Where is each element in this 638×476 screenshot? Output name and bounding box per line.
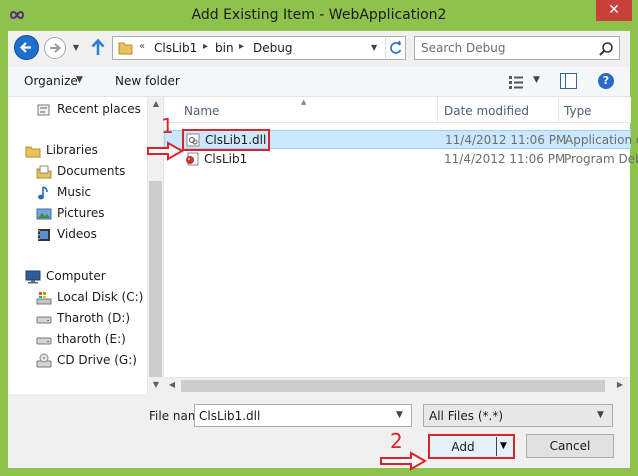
file-date: 11/4/2012 11:06 PM [445, 133, 567, 147]
views-dropdown-icon[interactable]: ▼ [533, 75, 540, 85]
music-icon [38, 186, 48, 200]
file-name-dropdown-icon[interactable]: ▼ [396, 410, 403, 420]
scroll-left-icon[interactable]: ◀ [165, 380, 179, 389]
file-type-filter[interactable]: All Files (*.*) ▼ [423, 404, 613, 427]
forward-arrow-icon [50, 43, 62, 53]
search-icon[interactable] [598, 41, 614, 57]
column-header-type[interactable]: Type [564, 104, 592, 118]
documents-icon [36, 165, 52, 179]
close-button[interactable]: ✕ [596, 0, 632, 21]
path-overflow-icon[interactable]: « [139, 41, 145, 52]
file-type: Application e [565, 133, 638, 147]
libraries-icon [25, 146, 41, 158]
computer-icon [25, 270, 41, 284]
drive-icon [36, 337, 52, 345]
nav-item-label: Computer [46, 269, 106, 283]
column-divider[interactable] [437, 97, 438, 123]
scroll-right-icon[interactable]: ▶ [613, 380, 627, 389]
command-bar: Organize ▼ New folder ▼ ? [8, 67, 630, 97]
file-date: 11/4/2012 11:06 PM [444, 152, 566, 166]
nav-item-label: Pictures [57, 206, 105, 220]
preview-pane-icon[interactable] [560, 73, 577, 89]
cd-drive-icon [36, 353, 52, 368]
forward-button[interactable] [44, 37, 66, 59]
add-options-split-button[interactable]: ▼ [496, 437, 512, 456]
up-button[interactable] [89, 37, 107, 57]
breadcrumb-bin[interactable]: bin [215, 41, 234, 55]
column-header-date-modified[interactable]: Date modified [444, 104, 529, 118]
pictures-icon [36, 208, 52, 220]
filter-dropdown-icon[interactable]: ▼ [597, 410, 604, 420]
nav-item-label: Music [57, 185, 92, 199]
add-button[interactable]: Add ▼ [428, 434, 515, 459]
add-button-label: Add [451, 440, 475, 454]
recent-locations-dropdown[interactable]: ▼ [70, 43, 82, 53]
nav-item-label: CD Drive (G:) [57, 353, 137, 367]
change-view-icon[interactable] [508, 75, 524, 89]
nav-item-label: Libraries [46, 143, 98, 157]
file-row-clslib1[interactable]: ClsLib1 11/4/2012 11:06 PM Program Deb [164, 150, 638, 169]
annotation-step-2: 2 [390, 429, 403, 453]
file-list-horizontal-scrollbar[interactable]: ◀ ▶ [163, 377, 630, 394]
scroll-up-icon[interactable]: ▲ [148, 99, 164, 108]
column-headers: ▲ Name Date modified Type [164, 97, 631, 123]
pdb-file-icon [186, 152, 199, 166]
cancel-button[interactable]: Cancel [526, 434, 614, 458]
folder-icon [118, 42, 133, 55]
back-button[interactable] [14, 35, 39, 60]
organize-dropdown-icon[interactable]: ▼ [76, 75, 83, 85]
new-folder-button[interactable]: New folder [115, 74, 180, 88]
breadcrumb-debug[interactable]: Debug [253, 41, 292, 55]
annotation-arrow-1-icon [147, 141, 184, 161]
breadcrumb-clslib1[interactable]: ClsLib1 [154, 41, 197, 55]
add-options-dropdown-icon[interactable]: ▼ [500, 441, 507, 451]
column-header-name[interactable]: Name [184, 104, 219, 118]
file-type: Program Deb [564, 152, 638, 166]
refresh-icon [390, 40, 402, 54]
local-disk-icon [36, 292, 52, 305]
highlight-selected-file [182, 129, 270, 151]
nav-item-label: Recent places [57, 102, 141, 116]
title-bar: Add Existing Item - WebApplication2 ✕ [0, 0, 638, 32]
file-type-filter-value: All Files (*.*) [429, 409, 504, 423]
recent-places-icon [37, 104, 50, 116]
scroll-down-icon[interactable]: ▼ [148, 380, 164, 389]
navigation-pane[interactable]: Recent places Libraries Documents Music … [8, 97, 163, 394]
address-dropdown-icon[interactable]: ▼ [371, 43, 377, 52]
window-title: Add Existing Item - WebApplication2 [191, 7, 447, 23]
column-divider[interactable] [558, 97, 559, 123]
annotation-arrow-2-icon [380, 451, 427, 471]
drive-icon [36, 316, 52, 324]
breadcrumb-separator-icon[interactable]: ▸ [239, 41, 244, 52]
search-input[interactable] [421, 40, 591, 56]
nav-pane-scroll-thumb[interactable] [149, 181, 162, 377]
up-arrow-icon [91, 38, 105, 55]
file-name-input[interactable] [199, 408, 389, 424]
sort-ascending-icon: ▲ [301, 98, 307, 106]
nav-item-label: Local Disk (C:) [57, 290, 144, 304]
nav-item-label: Documents [57, 164, 126, 178]
breadcrumb-separator-icon[interactable]: ▸ [203, 41, 208, 52]
organize-button[interactable]: Organize [24, 74, 78, 88]
videos-icon [38, 229, 50, 241]
address-bar[interactable]: « ClsLib1 ▸ bin ▸ Debug ▼ [112, 36, 406, 60]
search-box[interactable] [414, 36, 620, 60]
back-arrow-icon [19, 42, 31, 53]
file-name: ClsLib1 [204, 152, 248, 166]
nav-item-label: Tharoth (D:) [57, 311, 131, 325]
annotation-step-1: 1 [161, 114, 174, 138]
nav-item-label: tharoth (E:) [57, 332, 126, 346]
help-icon[interactable]: ? [598, 73, 614, 89]
file-list-scroll-thumb[interactable] [181, 380, 605, 392]
file-name-combobox[interactable]: ▼ [194, 404, 412, 427]
refresh-button[interactable] [385, 37, 405, 59]
nav-item-label: Videos [57, 227, 97, 241]
